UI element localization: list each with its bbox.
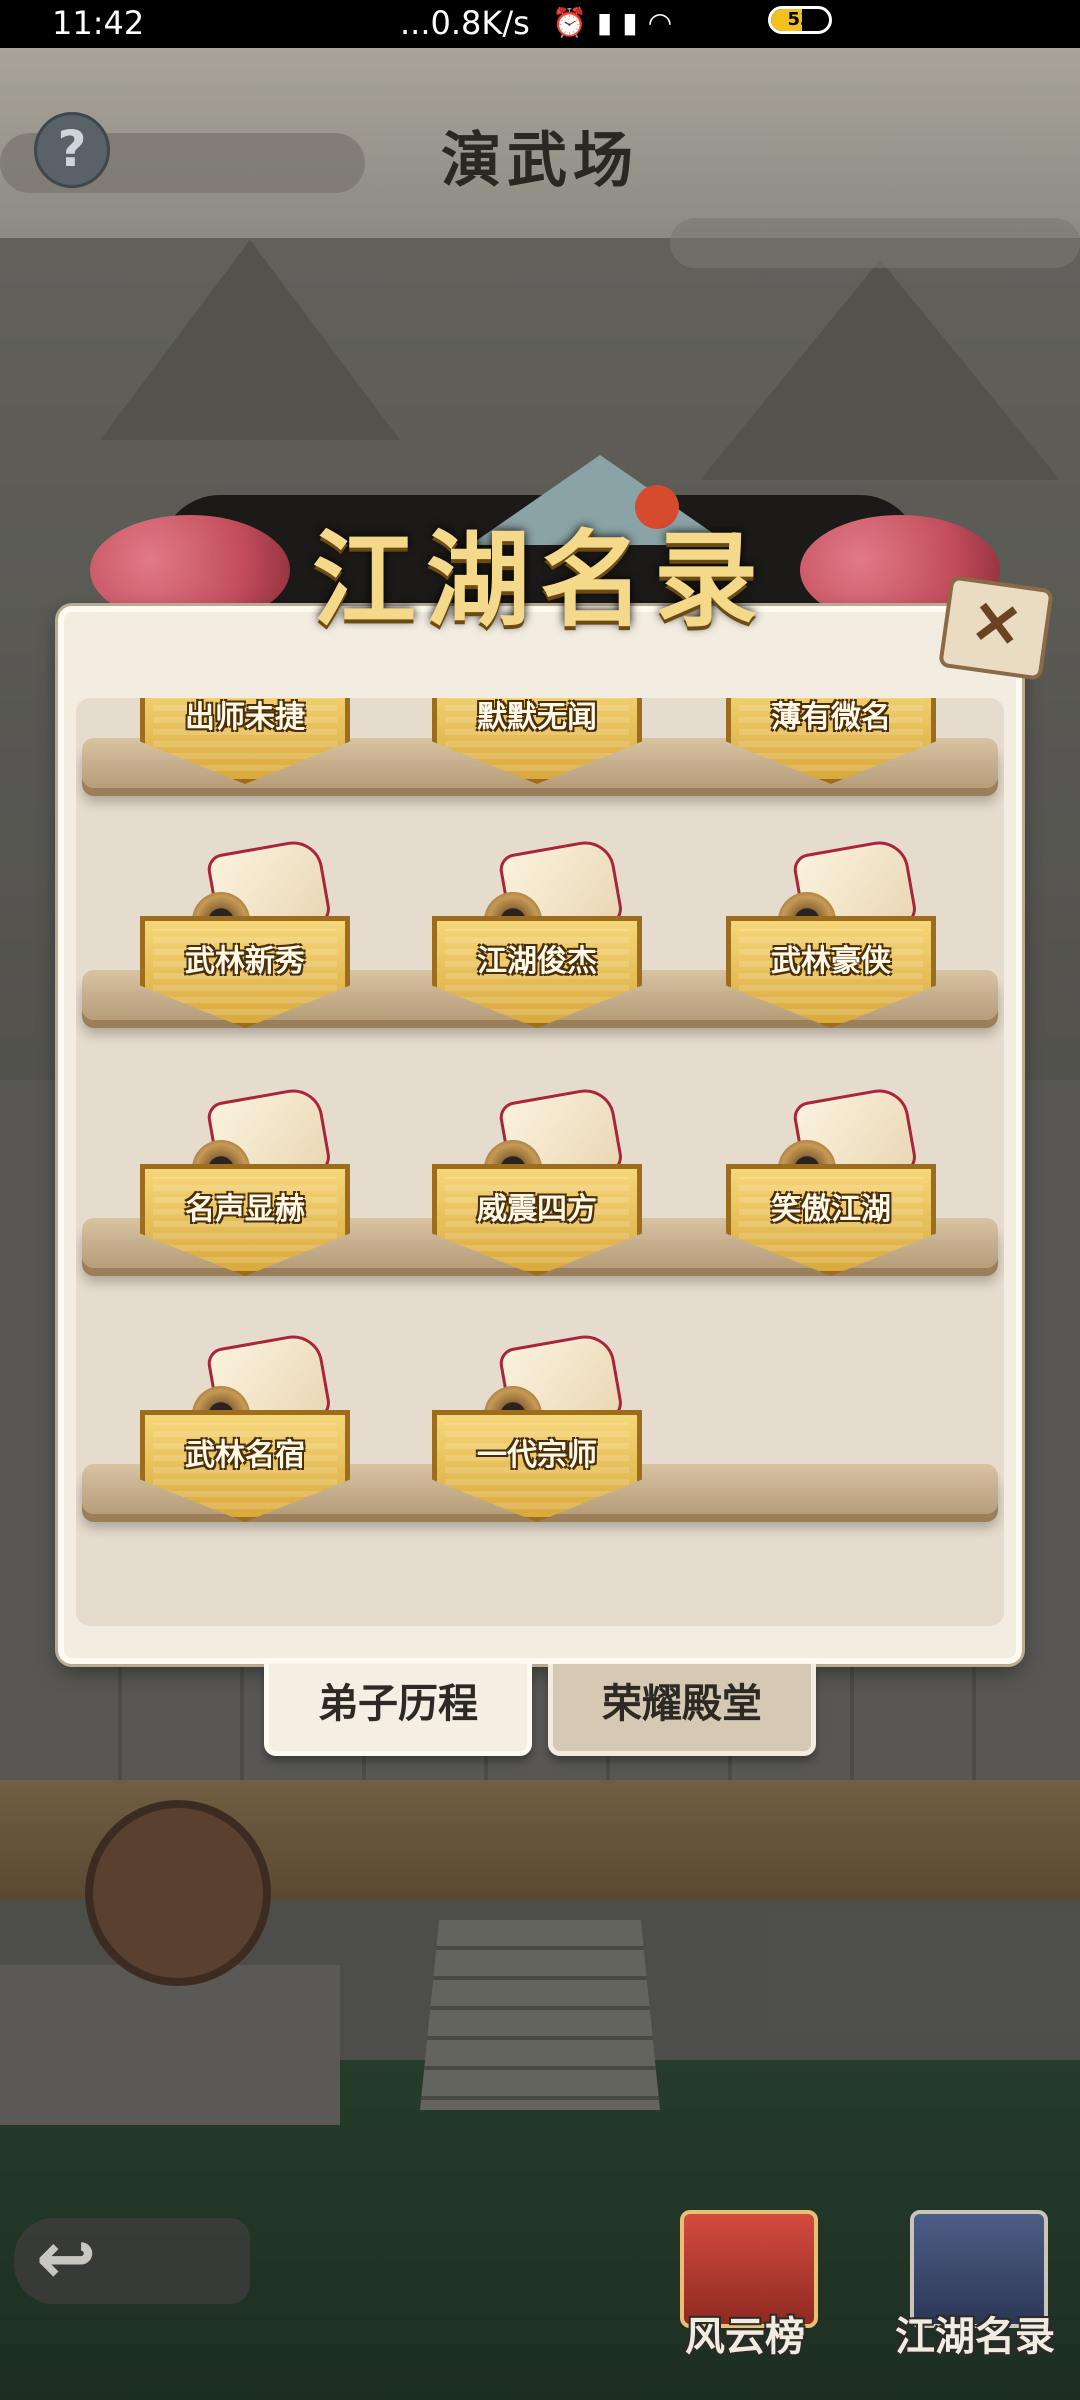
title-plaque[interactable]: 一代宗师 bbox=[432, 1326, 652, 1556]
status-time: 11:42 bbox=[52, 4, 145, 42]
title-label: 武林豪侠 bbox=[771, 944, 891, 979]
title-plaque[interactable]: 武林名宿 bbox=[140, 1326, 360, 1556]
page-title: 演武场 bbox=[441, 126, 639, 196]
ranking-label: 风云榜 bbox=[685, 2314, 805, 2360]
cloud-decoration bbox=[670, 218, 1080, 268]
title-plaque[interactable]: 默默无闻 bbox=[432, 698, 652, 818]
title-label: 江湖俊杰 bbox=[477, 944, 597, 979]
title-label: 一代宗师 bbox=[477, 1438, 597, 1473]
back-arrow-icon: ↩ bbox=[36, 2216, 97, 2300]
wifi-icon: ◠ bbox=[647, 6, 683, 39]
titles-grid[interactable]: 出师未捷 默默无闻 薄有微名武林新秀 江湖俊杰 武林豪侠名声显赫 威震四方 笑傲江湖武林名宿… bbox=[76, 698, 1004, 1626]
battery-icon: 53 bbox=[768, 6, 832, 34]
back-button[interactable]: ↩ bbox=[14, 2218, 250, 2304]
title-plaque[interactable]: 武林新秀 bbox=[140, 832, 360, 1062]
tab-hall-of-honor[interactable]: 荣耀殿堂 bbox=[548, 1664, 816, 1756]
title-label: 威震四方 bbox=[477, 1192, 597, 1227]
close-button[interactable]: ✕ bbox=[938, 575, 1054, 681]
title-label: 武林名宿 bbox=[185, 1438, 305, 1473]
modal-title-wrap: 江湖名录 bbox=[100, 455, 980, 645]
title-plaque[interactable]: 薄有微名 bbox=[726, 698, 946, 818]
title-label: 出师未捷 bbox=[185, 700, 305, 735]
title-label: 薄有微名 bbox=[771, 700, 891, 735]
title-plaque[interactable]: 名声显赫 bbox=[140, 1080, 360, 1310]
title-plaque[interactable]: 笑傲江湖 bbox=[726, 1080, 946, 1310]
jianghu-records-label: 江湖名录 bbox=[895, 2314, 1055, 2360]
status-icons: ⏰▮▮◠ bbox=[552, 6, 682, 39]
jianghu-records-button[interactable]: 江湖名录 bbox=[880, 2204, 1070, 2374]
title-plaque[interactable]: 武林豪侠 bbox=[726, 832, 946, 1062]
title-label: 默默无闻 bbox=[477, 700, 597, 735]
title-label: 名声显赫 bbox=[185, 1192, 305, 1227]
network-speed: ...0.8K/s bbox=[400, 4, 530, 42]
title-plaque[interactable]: 威震四方 bbox=[432, 1080, 652, 1310]
modal-title: 江湖名录 bbox=[311, 518, 768, 641]
alarm-icon: ⏰ bbox=[552, 6, 597, 39]
status-bar: 11:42 ...0.8K/s ⏰▮▮◠ 53 bbox=[0, 0, 1080, 48]
title-label: 笑傲江湖 bbox=[771, 1192, 891, 1227]
battery-level: 53 bbox=[787, 9, 813, 30]
title-plaque[interactable]: 江湖俊杰 bbox=[432, 832, 652, 1062]
signal-icon: ▮ bbox=[622, 6, 648, 39]
signal-icon: ▮ bbox=[596, 6, 623, 39]
ranking-button[interactable]: 风云榜 bbox=[650, 2204, 840, 2374]
tab-disciple-history[interactable]: 弟子历程 bbox=[264, 1664, 532, 1756]
title-label: 武林新秀 bbox=[185, 944, 305, 979]
title-plaque[interactable]: 出师未捷 bbox=[140, 698, 360, 818]
